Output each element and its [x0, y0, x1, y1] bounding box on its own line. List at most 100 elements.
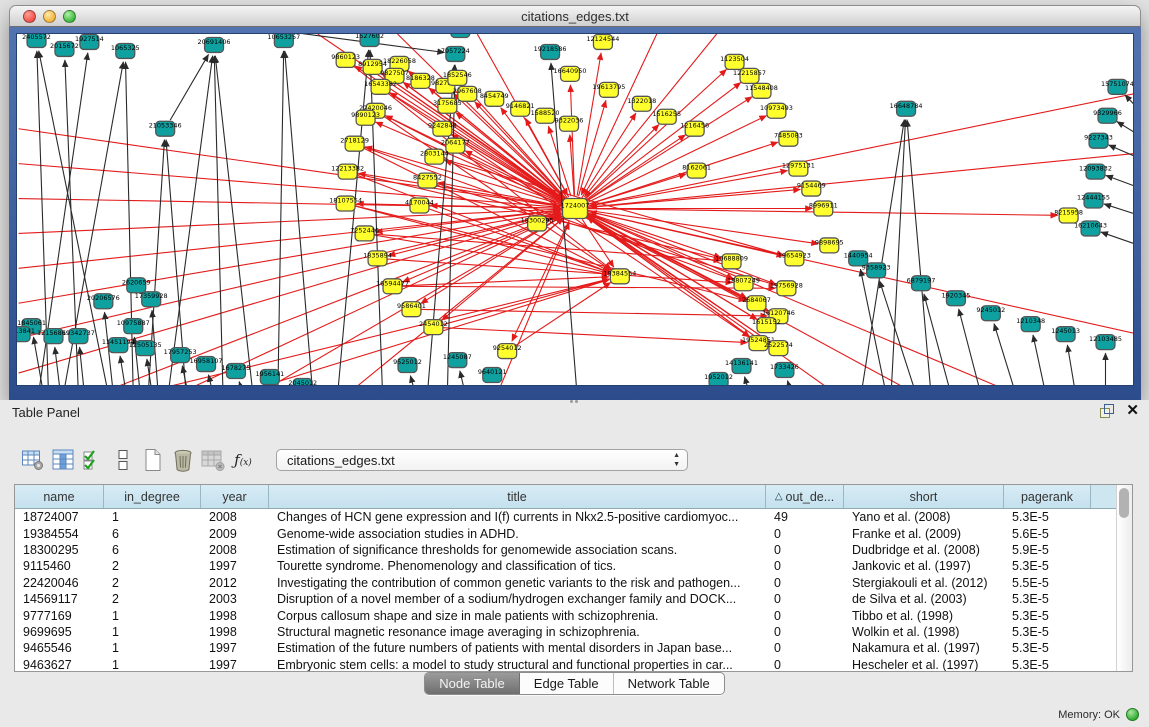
graph-node-label: 3913841	[17, 327, 35, 335]
table-cell: Disruption of a novel member of a sodium…	[269, 592, 766, 606]
table-row[interactable]: 1830029562008Estimation of significance …	[15, 542, 1132, 558]
checklist-icon	[81, 448, 105, 472]
table-cell: 1997	[201, 658, 269, 672]
graph-node-label: 7485083	[774, 132, 803, 140]
table-cell: 9465546	[15, 641, 104, 655]
delete-table-button[interactable]	[168, 446, 198, 474]
tab-network-table[interactable]: Network Table	[614, 673, 724, 694]
table-settings-button[interactable]	[18, 446, 48, 474]
graph-node-label: 2522574	[764, 341, 793, 349]
table-row[interactable]: 946362711997Embryonic stem cells: a mode…	[15, 657, 1132, 672]
table-row[interactable]: 969969511998Structural magnetic resonanc…	[15, 624, 1132, 640]
column-header-short[interactable]: short	[844, 485, 1004, 508]
column-settings-icon	[51, 448, 75, 472]
column-header-name[interactable]: name	[15, 485, 104, 508]
table-cell: 5.3E-5	[1004, 592, 1091, 606]
column-header-pagerank[interactable]: pagerank	[1004, 485, 1091, 508]
table-row[interactable]: 1456911722003Disruption of a novel membe…	[15, 591, 1132, 607]
table-cell: 5.3E-5	[1004, 559, 1091, 573]
table-row[interactable]: 2242004622012Investigating the contribut…	[15, 575, 1132, 591]
table-cell: 1	[104, 510, 201, 524]
table-tabs-segment: Node TableEdge TableNetwork Table	[424, 672, 725, 695]
column-header-year[interactable]: year	[201, 485, 269, 508]
graph-node-label: 16594477	[376, 279, 409, 287]
tab-edge-table[interactable]: Edge Table	[520, 673, 614, 694]
graph-node-label: 1210348	[1016, 317, 1045, 325]
close-panel-icon[interactable]: ✕	[1126, 404, 1139, 418]
window-title: citations_edges.txt	[10, 9, 1140, 24]
delete-column-icon	[200, 448, 226, 472]
table-cell: 2008	[201, 543, 269, 557]
table-cell: 0	[766, 641, 844, 655]
table-cell: 0	[766, 592, 844, 606]
citation-network-graph[interactable]: 1724007183002959860123891295418226058982…	[17, 34, 1134, 386]
column-settings-button[interactable]	[48, 446, 78, 474]
new-table-button[interactable]	[138, 446, 168, 474]
graph-node-label: 12103485	[1089, 335, 1122, 343]
table-cell: 1998	[201, 625, 269, 639]
graph-node-label: 20691406	[198, 38, 231, 46]
window-titlebar[interactable]: citations_edges.txt	[9, 5, 1141, 27]
graph-node-label: 9358923	[862, 263, 891, 271]
graph-node-label: 2015672	[50, 42, 79, 50]
teal-graph-node[interactable]	[451, 34, 470, 37]
graph-node-label: 10653257	[267, 34, 300, 41]
graph-node-label: 12215857	[733, 69, 766, 77]
table-row[interactable]: 1872400712008Changes of HCN gene express…	[15, 509, 1132, 525]
graph-node-label: 1852546	[443, 71, 472, 79]
table-cell: 22420046	[15, 576, 104, 590]
table-cell: Dudbridge et al. (2008)	[844, 543, 1004, 557]
node-table: namein_degreeyeartitle△out_de...shortpag…	[14, 484, 1133, 672]
graph-node-label: 2064177	[441, 139, 470, 147]
table-row[interactable]: 911546021997Tourette syndrome. Phenomeno…	[15, 558, 1132, 574]
graph-node-label: 8427552	[413, 174, 442, 182]
table-cell: 18724007	[15, 510, 104, 524]
table-selector-dropdown[interactable]: citations_edges.txt ▲▼	[276, 449, 688, 471]
table-cell: 2009	[201, 527, 269, 541]
graph-node-label: 19756928	[770, 281, 803, 289]
graph-node-label: 16543382	[364, 80, 397, 88]
tab-node-table[interactable]: Node Table	[425, 673, 520, 694]
table-cell: Embryonic stem cells: a model to study s…	[269, 658, 766, 672]
table-cell: Changes of HCN gene expression and I(f) …	[269, 510, 766, 524]
new-document-icon	[141, 448, 165, 472]
float-panel-icon[interactable]	[1100, 404, 1114, 418]
table-cell: Jankovic et al. (1997)	[844, 559, 1004, 573]
graph-node-label: 2803144	[420, 150, 449, 158]
merge-rows-button[interactable]	[108, 446, 138, 474]
graph-node-label: 19654923	[778, 251, 811, 259]
table-cell: 0	[766, 576, 844, 590]
graph-node-label: 12093832	[1079, 165, 1112, 173]
graph-node-label: 1615152	[752, 318, 781, 326]
table-cell: 9463627	[15, 658, 104, 672]
table-cell: 6	[104, 527, 201, 541]
graph-node-label: 9525012	[393, 358, 422, 366]
network-canvas[interactable]: 1724007183002959860123891295418226058982…	[16, 33, 1134, 386]
column-header-in-degree[interactable]: in_degree	[104, 485, 201, 508]
table-settings-icon	[21, 448, 45, 472]
function-builder-button[interactable]: ƒ(x)	[228, 446, 258, 474]
graph-node-label: 1216456	[680, 122, 709, 130]
table-cell: 6	[104, 543, 201, 557]
graph-node-label: 15751074	[1101, 80, 1134, 88]
vertical-scrollbar[interactable]	[1116, 485, 1132, 671]
graph-node-label: 2405572	[22, 34, 51, 41]
graph-node-label: 12213382	[331, 165, 364, 173]
table-cell: 5.9E-5	[1004, 543, 1091, 557]
scrollbar-thumb[interactable]	[1119, 488, 1129, 518]
column-header-title[interactable]: title	[269, 485, 766, 508]
table-row[interactable]: 977716911998Corpus callosum shape and si…	[15, 607, 1132, 623]
graph-node-label: 8162061	[682, 164, 711, 172]
graph-node-label: 1724007	[561, 202, 590, 210]
table-cell: 0	[766, 658, 844, 672]
graph-node-label: 2684067	[742, 296, 771, 304]
table-row[interactable]: 1938455462009Genome-wide association stu…	[15, 525, 1132, 541]
graph-node-label: 2967608	[453, 87, 482, 95]
select-columns-button[interactable]	[78, 446, 108, 474]
table-cell: 0	[766, 543, 844, 557]
graph-node-label: 3175685	[433, 99, 462, 107]
table-cell: 5.3E-5	[1004, 510, 1091, 524]
graph-node-label: 16958107	[190, 357, 223, 365]
table-row[interactable]: 946554611997Estimation of the future num…	[15, 640, 1132, 656]
column-header-out-de-[interactable]: △out_de...	[766, 485, 844, 508]
